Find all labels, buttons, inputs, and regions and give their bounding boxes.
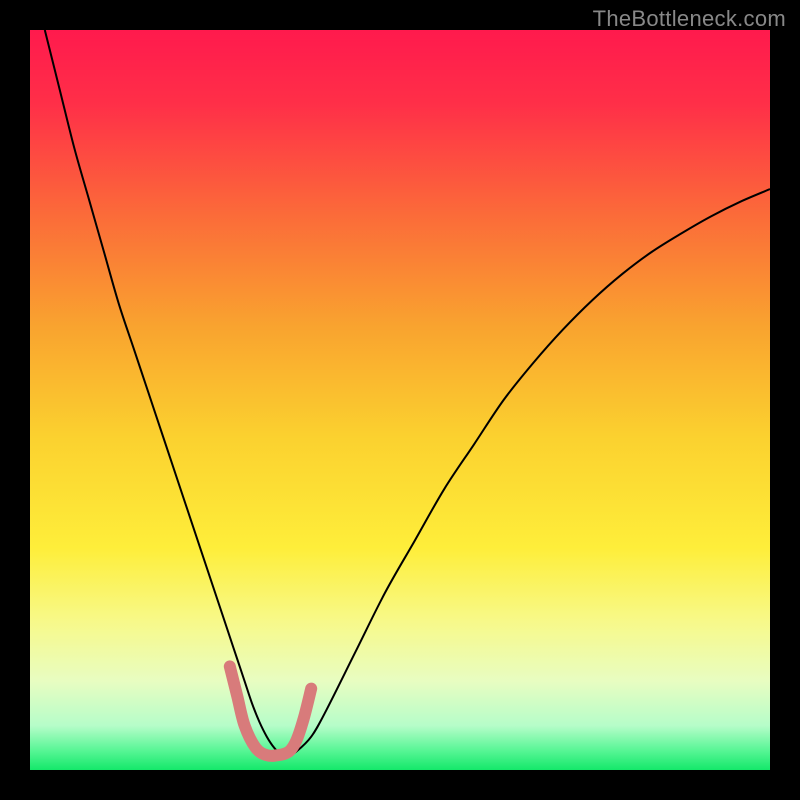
gradient-background <box>30 30 770 770</box>
watermark-text: TheBottleneck.com <box>593 6 786 32</box>
bottleneck-chart <box>30 30 770 770</box>
chart-frame: TheBottleneck.com <box>0 0 800 800</box>
plot-area <box>30 30 770 770</box>
